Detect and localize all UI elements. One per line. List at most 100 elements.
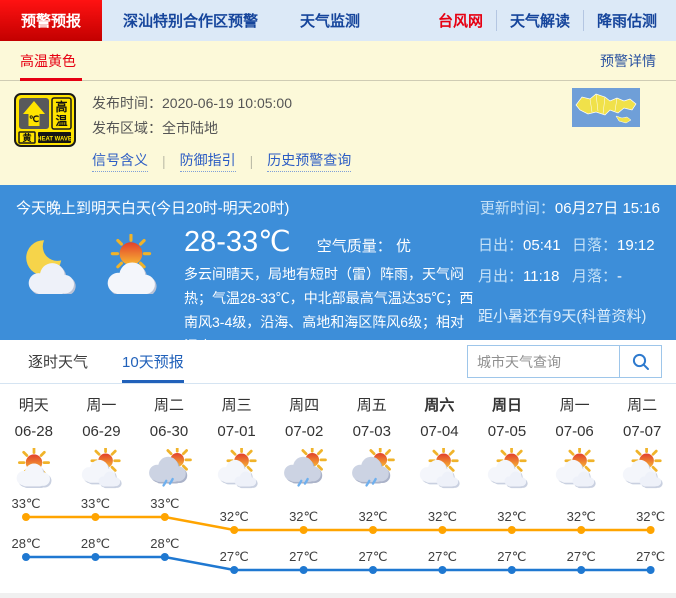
warning-map-image — [572, 88, 640, 127]
search-button[interactable] — [619, 345, 662, 378]
city-search-input[interactable] — [467, 345, 619, 378]
sunrise: 日出：05:41 — [478, 234, 572, 255]
forecast-day-column[interactable]: 周二 06-30 — [135, 396, 203, 493]
current-weather-panel: 今天晚上到明天白天(今日20时-明天20时) 更新时间：06月27日 15:16… — [0, 185, 676, 340]
tab-ten-day-forecast[interactable]: 10天预报 — [122, 340, 184, 383]
forecast-day-column[interactable]: 周日 07-05 — [473, 396, 541, 493]
day-name: 周二 — [608, 396, 676, 416]
svg-text:27℃: 27℃ — [358, 549, 387, 564]
cloudy-icon — [68, 445, 136, 493]
forecast-day-column[interactable]: 明天 06-28 — [0, 396, 68, 493]
forecast-columns: 明天 06-28 周一 06-29 周二 06-30 周三 07-01 周四 0… — [0, 396, 676, 493]
day-date: 06-28 — [0, 422, 68, 442]
day-date: 06-30 — [135, 422, 203, 442]
day-date: 07-05 — [473, 422, 541, 442]
forecast-day-column[interactable]: 周一 06-29 — [68, 396, 136, 493]
nav-right-links: 台风网 天气解读 降雨估测 — [425, 0, 676, 41]
partly-cloudy-icon — [0, 445, 68, 493]
publish-time-label: 发布时间： — [92, 95, 162, 111]
forecast-day-column[interactable]: 周一 07-06 — [541, 396, 609, 493]
panel-body: 28-33℃ 空气质量： 优 多云间晴天，局地有短时（雷）阵雨，天气闷热；气温2… — [0, 218, 676, 358]
solar-term-note[interactable]: 距小暑还有9天(科普资料) — [478, 305, 660, 326]
forecast-day-column[interactable]: 周三 07-01 — [203, 396, 271, 493]
svg-text:32℃: 32℃ — [358, 509, 387, 524]
city-weather-search — [467, 345, 662, 378]
top-nav: 预警预报 深汕特别合作区预警 天气监测 台风网 天气解读 降雨估测 — [0, 0, 676, 41]
day-name: 周五 — [338, 396, 406, 416]
nav-tab-warning-forecast[interactable]: 预警预报 — [0, 0, 102, 41]
air-quality-label: 空气质量： — [317, 238, 392, 255]
tab-hourly-weather[interactable]: 逐时天气 — [28, 340, 88, 383]
cloudy-icon — [406, 445, 474, 493]
alert-detail-link[interactable]: 预警详情 — [600, 51, 656, 71]
sun-moon-grid: 日出：05:41 日落：19:12 月出：11:18 月落：- — [478, 234, 660, 286]
nav-link-typhoon[interactable]: 台风网 — [425, 10, 496, 31]
svg-text:32℃: 32℃ — [428, 509, 457, 524]
svg-text:温: 温 — [55, 114, 67, 128]
day-name: 周一 — [541, 396, 609, 416]
svg-text:32℃: 32℃ — [567, 509, 596, 524]
search-icon — [631, 352, 651, 372]
shower-icon — [338, 445, 406, 493]
svg-text:32℃: 32℃ — [497, 509, 526, 524]
day-date: 06-29 — [68, 422, 136, 442]
air-quality-value: 优 — [396, 238, 411, 255]
alert-band: 高温黄色 预警详情 ℃ 高 温 黄 HEAT WAVE — [0, 41, 676, 185]
nav-link-rain-estimate[interactable]: 降雨估测 — [583, 10, 670, 31]
cloudy-icon — [608, 445, 676, 493]
publish-area-label: 发布区域： — [92, 120, 162, 136]
day-date: 07-03 — [338, 422, 406, 442]
link-separator: | — [162, 153, 166, 169]
svg-text:黄: 黄 — [22, 132, 31, 143]
day-date: 07-02 — [270, 422, 338, 442]
forecast-day-column[interactable]: 周六 07-04 — [406, 396, 474, 493]
history-warning-query-link[interactable]: 历史预警查询 — [267, 150, 351, 172]
nav-tab-warning-forecast-label: 预警预报 — [21, 10, 81, 31]
link-separator: | — [250, 153, 254, 169]
signal-meaning-link[interactable]: 信号含义 — [92, 150, 148, 172]
svg-text:33℃: 33℃ — [11, 496, 40, 511]
alert-level-title: 高温黄色 — [20, 51, 76, 71]
svg-text:33℃: 33℃ — [81, 496, 110, 511]
publish-time-value: 2020-06-19 10:05:00 — [162, 95, 292, 111]
heat-wave-warning-badge: ℃ 高 温 黄 HEAT WAVE — [14, 91, 78, 185]
forecast-period-title: 今天晚上到明天白天(今日20时-明天20时) — [16, 197, 289, 218]
svg-text:28℃: 28℃ — [81, 536, 110, 551]
day-name: 周日 — [473, 396, 541, 416]
shower-icon — [135, 445, 203, 493]
forecast-day-column[interactable]: 周二 07-07 — [608, 396, 676, 493]
day-name: 周三 — [203, 396, 271, 416]
svg-text:32℃: 32℃ — [636, 509, 665, 524]
update-time-label: 更新时间： — [480, 200, 555, 217]
weather-page: 预警预报 深汕特别合作区预警 天气监测 台风网 天气解读 降雨估测 高温黄色 预… — [0, 0, 676, 598]
svg-text:℃: ℃ — [29, 114, 39, 124]
day-name: 周四 — [270, 396, 338, 416]
forecast-day-column[interactable]: 周五 07-03 — [338, 396, 406, 493]
hero-weather-icons — [16, 222, 184, 358]
svg-text:HEAT WAVE: HEAT WAVE — [37, 137, 72, 143]
day-date: 07-07 — [608, 422, 676, 442]
svg-text:33℃: 33℃ — [150, 496, 179, 511]
heat-wave-badge-icon: ℃ 高 温 黄 HEAT WAVE — [14, 93, 76, 147]
svg-text:27℃: 27℃ — [220, 549, 249, 564]
temperature-range: 28-33℃ — [184, 224, 291, 259]
shower-icon — [270, 445, 338, 493]
moonset: 月落：- — [572, 265, 660, 286]
svg-text:32℃: 32℃ — [220, 509, 249, 524]
nav-link-shenshan[interactable]: 深汕特别合作区预警 — [102, 0, 279, 41]
cloudy-icon — [541, 445, 609, 493]
day-date: 07-01 — [203, 422, 271, 442]
update-time-value: 06月27日 15:16 — [555, 200, 660, 217]
forecast-day-column[interactable]: 周四 07-02 — [270, 396, 338, 493]
update-time: 更新时间：06月27日 15:16 — [480, 197, 660, 218]
nav-link-weather-explain[interactable]: 天气解读 — [496, 10, 583, 31]
footer-strip — [0, 593, 676, 598]
nav-link-weather-monitor[interactable]: 天气监测 — [279, 0, 381, 41]
moonrise: 月出：11:18 — [478, 265, 572, 286]
forecast-tabbar: 逐时天气 10天预报 — [0, 340, 676, 384]
ten-day-forecast: 明天 06-28 周一 06-29 周二 06-30 周三 07-01 周四 0… — [0, 384, 676, 596]
alert-links-row: 信号含义 | 防御指引 | 历史预警查询 — [92, 150, 351, 172]
defense-guide-link[interactable]: 防御指引 — [180, 150, 236, 172]
publish-area-value: 全市陆地 — [162, 120, 218, 136]
day-name: 周二 — [135, 396, 203, 416]
